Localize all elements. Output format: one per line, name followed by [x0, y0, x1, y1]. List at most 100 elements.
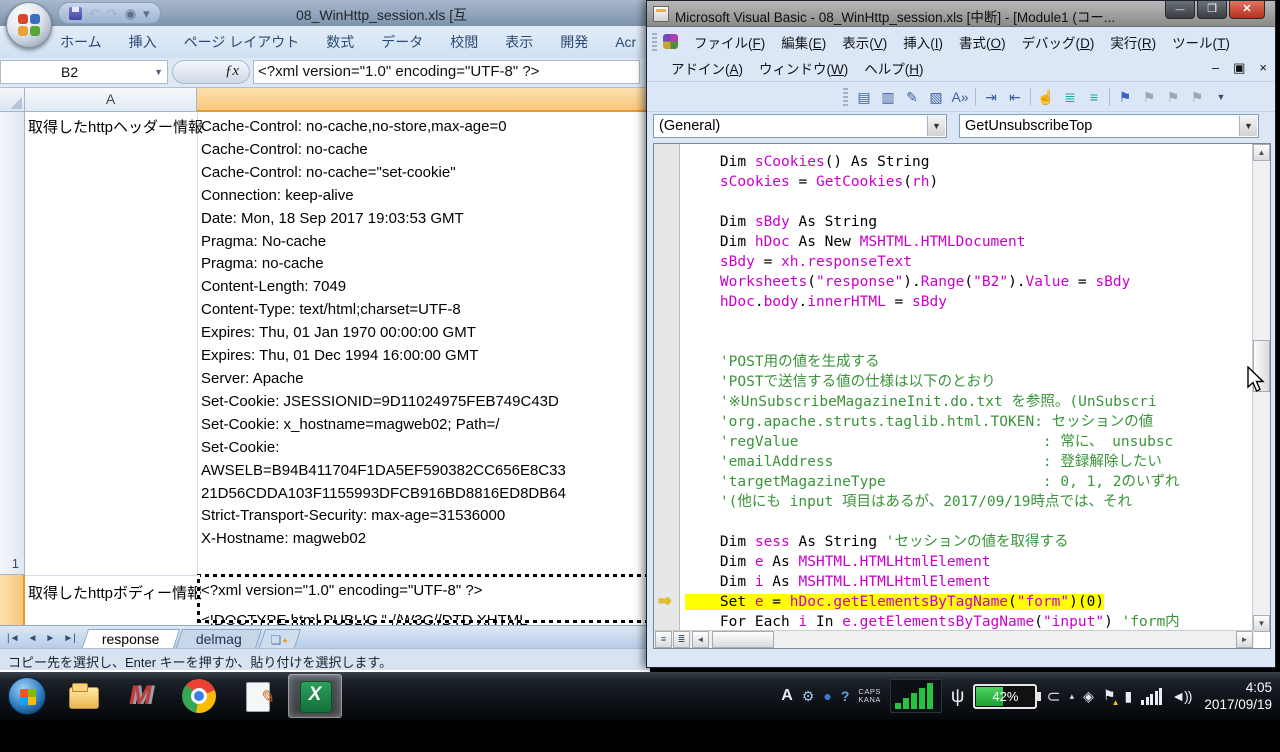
menu-I[interactable]: 挿入(I) — [895, 29, 951, 55]
code-line[interactable]: 'emailAddress : 登録解除したい — [681, 452, 1254, 472]
sheet-nav-icon-1[interactable]: ◄ — [25, 632, 41, 645]
code-line[interactable]: 'POSTで送信する値の仕様は以下のとおり — [681, 372, 1254, 392]
mdi-close-icon[interactable]: × — [1259, 59, 1267, 77]
restore-button[interactable] — [1197, 1, 1227, 19]
battery-gadget[interactable]: 42% — [973, 684, 1037, 709]
indicator-margin[interactable]: ⇒ — [654, 144, 680, 632]
undo-icon[interactable]: ↶ — [89, 7, 100, 20]
close-button[interactable] — [1229, 1, 1265, 19]
code-line[interactable]: Dim sess As String 'セッションの値を取得する — [681, 532, 1254, 552]
antenna-icon[interactable]: ψ — [951, 687, 965, 706]
redo-icon[interactable]: ↷ — [107, 7, 118, 20]
code-editor[interactable]: Dim sCookies() As String sCookies = GetC… — [681, 144, 1254, 632]
toggle-bookmark-icon[interactable]: ⚑ — [1113, 86, 1137, 108]
ribbon-tab-1[interactable]: 挿入 — [129, 32, 157, 52]
signal-meter-gadget[interactable] — [890, 679, 942, 713]
name-box[interactable]: B2 ▼ — [0, 60, 168, 84]
power-icon[interactable]: ▮ — [1125, 689, 1133, 703]
code-line[interactable] — [681, 312, 1254, 332]
object-combo[interactable]: (General) ▼ — [653, 114, 947, 138]
sheet-tab-delmag[interactable]: delmag — [176, 629, 262, 648]
excel-taskbar-button[interactable] — [288, 674, 342, 718]
ribbon-tab-3[interactable]: 数式 — [326, 32, 354, 52]
code-line[interactable]: sBdy = xh.responseText — [681, 252, 1254, 272]
ribbon-tab-8[interactable]: Acr — [615, 34, 636, 50]
code-line[interactable]: Dim sBdy As String — [681, 212, 1254, 232]
select-all-corner[interactable] — [0, 88, 25, 112]
sheet-nav-icon-3[interactable]: ►| — [60, 632, 79, 645]
mdi-minimize-icon[interactable]: – — [1212, 59, 1219, 77]
cell-b2-line1[interactable]: <?xml version="1.0" encoding="UTF-8" ?> — [201, 582, 482, 599]
chrome-taskbar-button[interactable] — [172, 674, 226, 718]
ime-help-icon[interactable]: ? — [841, 689, 850, 703]
code-line[interactable]: 'POST用の値を生成する — [681, 352, 1254, 372]
quick-info-icon[interactable]: ✎ — [900, 86, 924, 108]
save-icon[interactable] — [69, 7, 82, 20]
ime-caps-kana-indicator[interactable]: CAPSKANA — [858, 688, 880, 704]
menu-E[interactable]: 編集(E) — [773, 29, 834, 55]
scroll-right-icon[interactable]: ► — [1236, 631, 1253, 648]
cell-a2[interactable]: 取得したhttpボディー情報 — [28, 582, 202, 603]
ribbon-tab-5[interactable]: 校閲 — [450, 32, 478, 52]
list-constants-icon[interactable]: ▥ — [876, 86, 900, 108]
complete-word-icon[interactable]: A» — [948, 86, 972, 108]
code-line[interactable]: 'targetMagazineType : 0, 1, 2のいずれ — [681, 472, 1254, 492]
scroll-left-icon[interactable]: ◄ — [692, 631, 709, 648]
menu-R[interactable]: 実行(R) — [1102, 29, 1164, 55]
toggle-breakpoint-icon[interactable]: ☝ — [1034, 86, 1058, 108]
parameter-info-icon[interactable]: ▧ — [924, 86, 948, 108]
outdent-icon[interactable]: ⇤ — [1003, 86, 1027, 108]
toolbar-grip[interactable] — [843, 88, 848, 106]
ribbon-tab-2[interactable]: ページ レイアウト — [184, 32, 300, 52]
office-button[interactable] — [6, 2, 52, 48]
insert-sheet-tab[interactable]: ❏✦ — [259, 629, 301, 648]
full-module-view-icon[interactable]: ≣ — [673, 631, 690, 648]
clock[interactable]: 4:05 2017/09/19 — [1200, 679, 1272, 713]
clear-bookmarks-icon[interactable]: ⚑ — [1185, 86, 1209, 108]
menu-H[interactable]: ヘルプ(H) — [856, 55, 931, 81]
network-icon[interactable] — [1141, 688, 1162, 705]
menu-A[interactable]: アドイン(A) — [663, 55, 751, 81]
mdi-restore-icon[interactable]: ▣ — [1233, 59, 1245, 77]
row-header-1[interactable]: 1 — [0, 112, 25, 575]
ribbon-tab-7[interactable]: 開発 — [560, 32, 588, 52]
sheet-tab-response[interactable]: response — [82, 629, 180, 648]
code-line[interactable] — [681, 332, 1254, 352]
menu-D[interactable]: デバッグ(D) — [1014, 29, 1103, 55]
volume-icon[interactable]: ◄)) — [1171, 689, 1191, 703]
editor-taskbar-button[interactable] — [230, 674, 284, 718]
plug-icon[interactable]: ⊂ — [1046, 688, 1060, 705]
column-header-b[interactable] — [197, 88, 650, 112]
row-header-2[interactable] — [0, 575, 25, 625]
code-line[interactable]: Worksheets("response").Range("B2").Value… — [681, 272, 1254, 292]
menu-F[interactable]: ファイル(F) — [686, 29, 773, 55]
dropbox-icon[interactable]: ◈ — [1083, 689, 1094, 703]
code-line[interactable]: For Each i In e.getElementsByTagName("in… — [681, 612, 1254, 632]
media-taskbar-button[interactable] — [114, 674, 168, 718]
sheet-nav-icon-0[interactable]: |◄ — [4, 632, 23, 645]
previous-bookmark-icon[interactable]: ⚑ — [1161, 86, 1185, 108]
horizontal-scrollbar[interactable]: ≡ ≣ ◄ ► — [654, 630, 1254, 648]
code-line[interactable]: Set e = hDoc.getElementsByTagName("form"… — [681, 592, 1254, 612]
formula-bar[interactable]: <?xml version="1.0" encoding="UTF-8" ?> — [253, 60, 640, 84]
menu-W[interactable]: ウィンドウ(W) — [751, 55, 856, 81]
column-header-a[interactable]: A — [25, 88, 197, 112]
toolbar-grip[interactable] — [652, 33, 657, 51]
next-bookmark-icon[interactable]: ⚑ — [1137, 86, 1161, 108]
code-line[interactable] — [681, 192, 1254, 212]
start-button[interactable] — [2, 674, 52, 718]
procedure-combo[interactable]: GetUnsubscribeTop ▼ — [959, 114, 1259, 138]
code-line[interactable]: Dim hDoc As New MSHTML.HTMLDocument — [681, 232, 1254, 252]
menu-O[interactable]: 書式(O) — [951, 29, 1014, 55]
code-line[interactable]: Dim e As MSHTML.HTMLHtmlElement — [681, 552, 1254, 572]
ime-mode-icon[interactable]: A — [781, 687, 793, 705]
scroll-down-icon[interactable]: ▼ — [1253, 615, 1270, 632]
code-line[interactable]: '※UnSubscribeMagazineInit.do.txt を参照。(Un… — [681, 392, 1254, 412]
camera-icon[interactable]: ◉ — [125, 7, 136, 20]
ime-tools-icon[interactable]: ⚙ — [802, 689, 815, 703]
cell-a1[interactable]: 取得したhttpヘッダー情報 — [28, 116, 203, 137]
code-line[interactable] — [681, 512, 1254, 532]
insert-function-button[interactable]: ƒx — [172, 60, 250, 84]
uncomment-block-icon[interactable]: ≡ — [1082, 86, 1106, 108]
menu-T[interactable]: ツール(T) — [1164, 29, 1238, 55]
